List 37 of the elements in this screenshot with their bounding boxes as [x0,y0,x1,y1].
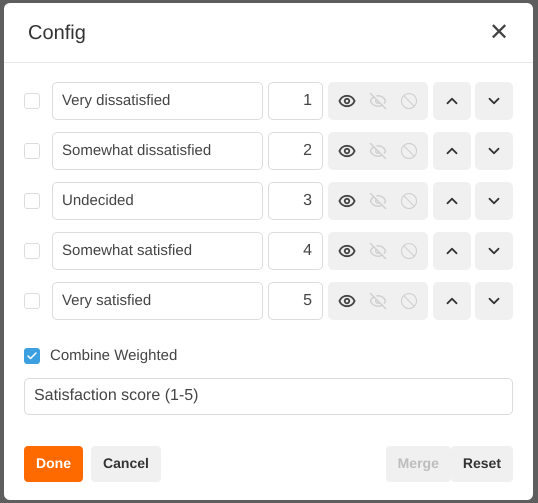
move-up-button[interactable] [433,132,471,170]
weight-field[interactable]: 2 [268,132,323,170]
move-up-button[interactable] [433,232,471,270]
label-field[interactable]: Undecided [52,182,263,220]
move-down-button[interactable] [475,82,513,120]
move-down-button[interactable] [475,232,513,270]
move-down-button[interactable] [475,182,513,220]
combine-checkbox[interactable] [24,348,40,364]
row-checkbox[interactable] [24,293,40,309]
weight-field[interactable]: 3 [268,182,323,220]
dialog-title: Config [28,20,86,46]
weight-field[interactable]: 5 [268,282,323,320]
row-checkbox[interactable] [24,243,40,259]
eye-icon[interactable] [338,192,356,210]
eye-icon[interactable] [338,242,356,260]
combine-label: Combine Weighted [50,346,178,366]
move-down-button[interactable] [475,132,513,170]
eye-icon[interactable] [338,92,356,110]
row-checkbox[interactable] [24,143,40,159]
label-field[interactable]: Very dissatisfied [52,82,263,120]
row-checkbox[interactable] [24,193,40,209]
dialog-button[interactable]: Cancel [91,446,161,482]
eye-icon[interactable] [338,292,356,310]
label-field[interactable]: Somewhat satisfied [52,232,263,270]
label-field[interactable]: Very satisfied [52,282,263,320]
close-button[interactable]: ✕ [489,20,509,44]
dialog-button[interactable]: Reset [450,446,513,482]
move-up-button[interactable] [433,182,471,220]
weight-field[interactable]: 1 [268,82,323,120]
label-field[interactable]: Somewhat dissatisfied [52,132,263,170]
name-field[interactable]: Satisfaction score (1-5) [24,378,513,414]
move-down-button[interactable] [475,282,513,320]
weight-field[interactable]: 4 [268,232,323,270]
move-up-button[interactable] [433,82,471,120]
row-checkbox[interactable] [24,93,40,109]
move-up-button[interactable] [433,282,471,320]
eye-icon[interactable] [338,142,356,160]
